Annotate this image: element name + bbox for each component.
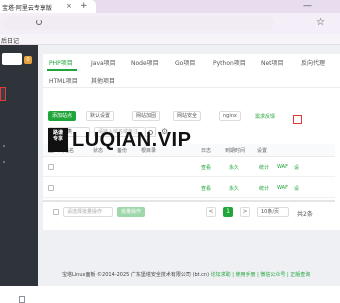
tab-php[interactable]: PHP项目 (49, 58, 73, 67)
col-log: 日志 (201, 148, 212, 154)
footer: 宝塔Linux面板 ©2014-2025 广东堡塔安全技术有限公司 (bt.cn… (62, 271, 310, 278)
settings-link[interactable]: 设 (294, 164, 299, 171)
main-content: PHP项目 Java项目 Node项目 Go项目 Python项目 Net项目 … (38, 45, 340, 286)
sidebar-badge: 0 (24, 56, 32, 64)
col-actions: 设置 (257, 148, 268, 154)
tab-title: 宝塔·阿里云专享版 (2, 5, 52, 12)
page-next-button[interactable]: > (240, 207, 250, 217)
bookmark-item[interactable]: 后日记 (1, 36, 19, 45)
new-tab-icon[interactable]: + (80, 1, 88, 11)
log-link[interactable]: 查看 (201, 185, 211, 192)
batch-action-button[interactable]: 批量操作 (117, 207, 146, 217)
sidebar-item-websites[interactable] (0, 87, 6, 101)
table-row: 查看 永久 统计 WAF 设 (43, 157, 335, 177)
reload-icon[interactable] (36, 19, 42, 25)
help-link[interactable]: 需求反馈 (255, 113, 275, 120)
horizontal-scrollbar[interactable] (43, 200, 335, 202)
tab-go[interactable]: Go项目 (175, 58, 195, 67)
expire-value[interactable]: 永久 (229, 185, 239, 192)
footer-copyright: 宝塔Linux面板 ©2014-2025 广东堡塔安全技术有限公司 (bt.cn… (62, 272, 210, 278)
tab-java[interactable]: Java项目 (91, 58, 116, 67)
page-current-button[interactable]: 1 (223, 207, 233, 217)
watermark-logo: 路谦 专享 (48, 128, 68, 152)
col-expire[interactable]: 到期时间 (225, 147, 245, 154)
tab-html[interactable]: HTML项目 (49, 76, 78, 85)
sidebar-item-icon[interactable] (3, 145, 5, 147)
sidebar-item-icon[interactable] (3, 161, 5, 163)
bottom-select-all-checkbox[interactable] (53, 209, 59, 215)
sidebar: 0 (0, 45, 38, 303)
bookmark-bar: 后日记 (0, 34, 340, 45)
tab-close-icon[interactable]: × (66, 2, 72, 10)
row-checkbox[interactable] (48, 164, 54, 170)
table-row: 查看 永久 统计 WAF 设 (43, 178, 335, 198)
tab-python[interactable]: Python项目 (213, 58, 246, 67)
expire-value[interactable]: 永久 (229, 164, 239, 171)
project-tabs: PHP项目 Java项目 Node项目 Go项目 Python项目 Net项目 … (43, 54, 340, 71)
sidebar-search-input[interactable] (2, 53, 22, 65)
protect-button[interactable]: 网站加固 (132, 111, 161, 121)
batch-select[interactable]: 请选择批量操作 (63, 207, 113, 217)
trash-icon[interactable] (19, 296, 25, 303)
tab-node[interactable]: Node项目 (131, 58, 159, 67)
stat-link[interactable]: 统计 (259, 185, 269, 192)
window-minimize-icon[interactable]: — (303, 1, 312, 11)
site-safe-button[interactable]: 网站安全 (173, 111, 202, 121)
watermark-text: LUQIAN.VIP (72, 129, 192, 151)
tab-net[interactable]: Net项目 (261, 58, 284, 67)
log-link[interactable]: 查看 (201, 164, 211, 171)
browser-tab-strip: 宝塔·阿里云专享版 × + — (0, 0, 340, 13)
address-bar-area: ☆ (0, 13, 340, 34)
add-site-button[interactable]: 添加站点 (48, 111, 77, 121)
bookmark-star-icon[interactable]: ☆ (316, 17, 325, 28)
per-page-select[interactable]: 10条/页 (257, 207, 289, 217)
tab-proxy[interactable]: 反向代理 (301, 58, 325, 67)
default-settings-button[interactable]: 默认设置 (86, 111, 115, 121)
stat-link[interactable]: 统计 (259, 164, 269, 171)
footer-links[interactable]: 论坛求助 | 使用手册 | 微信公众号 | 正版查询 (211, 272, 311, 278)
row-checkbox[interactable] (48, 185, 54, 191)
total-count: 共2条 (297, 211, 313, 218)
settings-link[interactable]: 设 (294, 185, 299, 192)
active-tab-indicator (47, 69, 77, 71)
highlight-box (293, 115, 302, 124)
tab-other[interactable]: 其他项目 (91, 76, 115, 85)
tabs-divider (43, 87, 340, 88)
waf-link[interactable]: WAF (277, 185, 288, 191)
url-field[interactable] (4, 16, 274, 30)
waf-link[interactable]: WAF (277, 164, 288, 170)
nginx-button[interactable]: nginx (219, 111, 241, 121)
page-prev-button[interactable]: < (206, 207, 216, 217)
